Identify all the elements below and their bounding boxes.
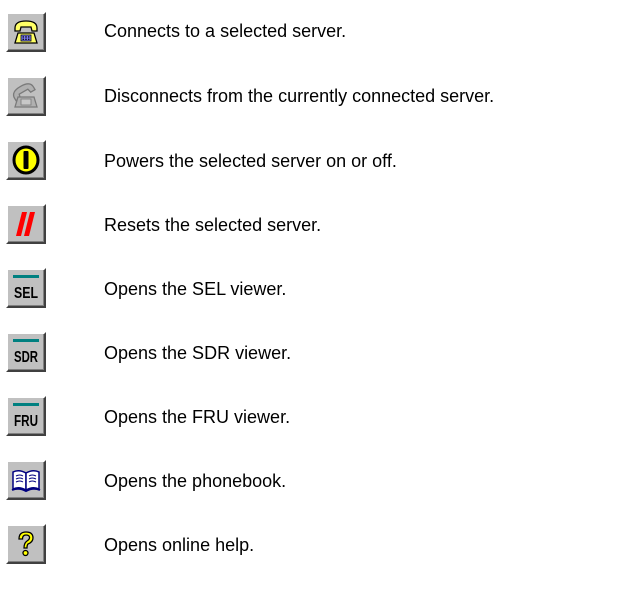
connect-description: Connects to a selected server. bbox=[104, 21, 347, 41]
fru-icon-label: FRU bbox=[14, 413, 38, 430]
sel-viewer-icon: SEL bbox=[13, 275, 39, 302]
phone-connect-icon bbox=[14, 20, 38, 44]
sdr-viewer-icon: SDR bbox=[13, 339, 39, 366]
sel-icon-label: SEL bbox=[14, 285, 38, 302]
help-button[interactable] bbox=[6, 524, 46, 564]
phonebook-description: Opens the phonebook. bbox=[104, 471, 287, 491]
legend-row-reset: Resets the selected server. bbox=[0, 198, 626, 264]
fru-viewer-button[interactable]: FRU bbox=[6, 396, 46, 436]
legend-row-help: Opens online help. bbox=[0, 524, 626, 594]
power-icon bbox=[12, 145, 40, 175]
fru-description: Opens the FRU viewer. bbox=[104, 407, 291, 427]
legend-row-phonebook: Opens the phonebook. bbox=[0, 460, 626, 528]
sdr-icon-label: SDR bbox=[14, 349, 38, 366]
reset-icon bbox=[16, 212, 35, 236]
reset-button[interactable] bbox=[6, 204, 46, 244]
power-description: Powers the selected server on or off. bbox=[104, 151, 397, 171]
reset-description: Resets the selected server. bbox=[104, 215, 322, 235]
disconnect-description: Disconnects from the currently connected… bbox=[104, 86, 495, 106]
fru-viewer-icon: FRU bbox=[13, 403, 39, 430]
sel-description: Opens the SEL viewer. bbox=[104, 279, 287, 299]
power-button[interactable] bbox=[6, 140, 46, 180]
phonebook-icon bbox=[11, 469, 41, 493]
sel-viewer-button[interactable]: SEL bbox=[6, 268, 46, 308]
connect-button[interactable] bbox=[6, 12, 46, 52]
legend-row-disconnect: Disconnects from the currently connected… bbox=[0, 66, 626, 132]
legend-row-sel: SEL Opens the SEL viewer. bbox=[0, 264, 626, 330]
legend-row-power: Powers the selected server on or off. bbox=[0, 132, 626, 198]
help-description: Opens online help. bbox=[104, 535, 255, 555]
legend-row-connect: Connects to a selected server. bbox=[0, 0, 626, 66]
phone-disconnect-icon bbox=[12, 83, 38, 108]
disconnect-button[interactable] bbox=[6, 76, 46, 116]
phonebook-button[interactable] bbox=[6, 460, 46, 500]
legend-row-fru: FRU Opens the FRU viewer. bbox=[0, 396, 626, 462]
legend-row-sdr: SDR Opens the SDR viewer. bbox=[0, 330, 626, 396]
toolbar-legend: Connects to a selected server. Disconnec… bbox=[0, 0, 626, 594]
help-icon bbox=[18, 531, 34, 557]
sdr-viewer-button[interactable]: SDR bbox=[6, 332, 46, 372]
sdr-description: Opens the SDR viewer. bbox=[104, 343, 292, 363]
